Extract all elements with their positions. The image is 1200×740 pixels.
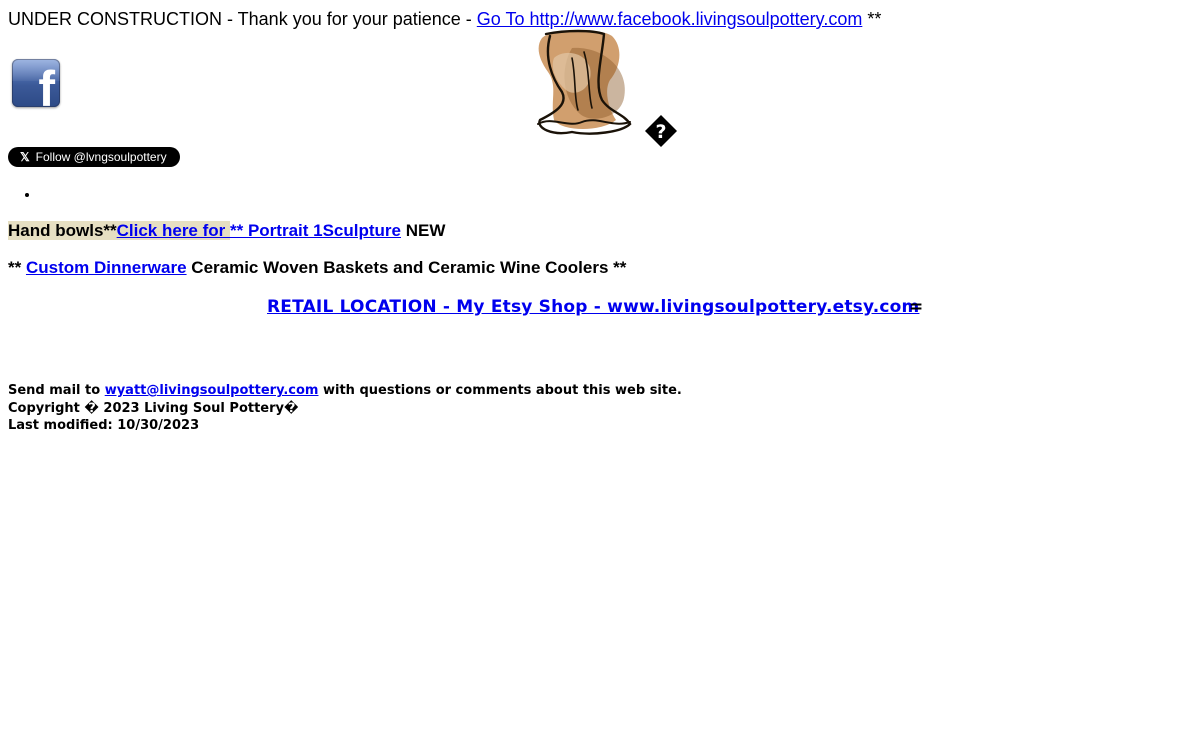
pottery-vase-logo bbox=[537, 29, 632, 135]
products-line-2: ** Custom Dinnerware Ceramic Woven Baske… bbox=[8, 257, 626, 279]
new-label: NEW bbox=[401, 221, 446, 240]
footer: Send mail to wyatt@livingsoulpottery.com… bbox=[8, 382, 682, 435]
etsy-retail-link[interactable]: RETAIL LOCATION - My Etsy Shop - www.liv… bbox=[267, 296, 919, 318]
construction-notice: UNDER CONSTRUCTION - Thank you for your … bbox=[8, 8, 881, 30]
mail-prefix: Send mail to bbox=[8, 383, 105, 398]
equals-sign: = bbox=[909, 297, 924, 317]
baskets-coolers-text: Ceramic Woven Baskets and Ceramic Wine C… bbox=[186, 258, 627, 277]
mail-suffix: with questions or comments about this we… bbox=[318, 383, 682, 398]
twitter-follow-label: Follow @lvngsoulpottery bbox=[35, 150, 167, 164]
notice-suffix: ** bbox=[862, 9, 882, 29]
copyright-text: Copyright � 2023 Living Soul Pottery� bbox=[8, 400, 299, 416]
x-logo-icon: 𝕏 bbox=[20, 150, 30, 164]
bullet-list bbox=[0, 186, 40, 204]
facebook-url-link[interactable]: Go To http://www.facebook.livingsoulpott… bbox=[477, 9, 863, 29]
custom-dinnerware-link[interactable]: Custom Dinnerware bbox=[26, 258, 187, 277]
last-modified-text: Last modified: 10/30/2023 bbox=[8, 418, 200, 433]
portrait-sculpture-link[interactable]: ** Portrait 1Sculpture bbox=[230, 221, 401, 240]
products-line-1: Hand bowls**Click here for ** Portrait 1… bbox=[8, 220, 445, 242]
twitter-follow-button[interactable]: 𝕏 Follow @lvngsoulpottery bbox=[8, 147, 180, 167]
click-here-link[interactable]: Click here for bbox=[116, 221, 230, 240]
hand-bowls-text: Hand bowls** bbox=[8, 221, 117, 240]
mail-line: Send mail to wyatt@livingsoulpottery.com… bbox=[8, 382, 682, 400]
svg-text:?: ? bbox=[655, 121, 666, 143]
facebook-icon[interactable]: f bbox=[12, 59, 60, 107]
missing-glyph-icon: ? bbox=[645, 115, 677, 147]
facebook-f-letter: f bbox=[38, 61, 55, 107]
line2-prefix: ** bbox=[8, 258, 26, 277]
email-link[interactable]: wyatt@livingsoulpottery.com bbox=[105, 383, 319, 398]
notice-text: UNDER CONSTRUCTION - Thank you for your … bbox=[8, 9, 477, 29]
